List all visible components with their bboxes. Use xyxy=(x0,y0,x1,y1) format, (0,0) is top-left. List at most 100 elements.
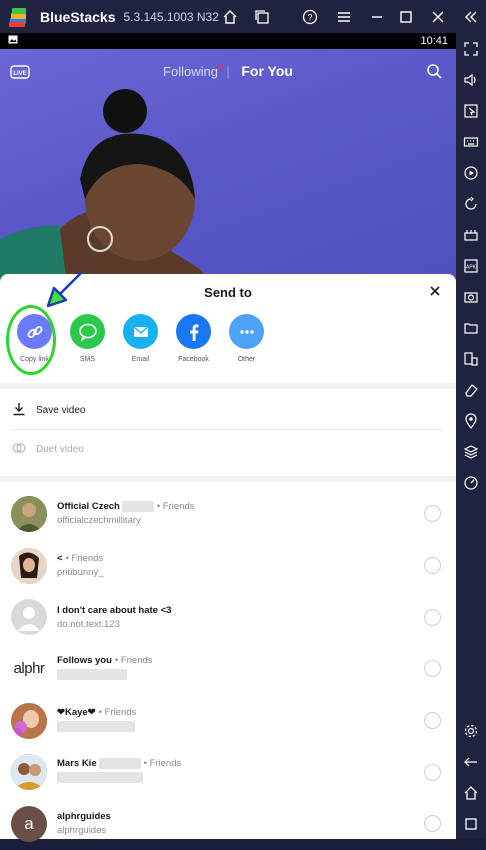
close-window-button[interactable] xyxy=(429,0,447,33)
status-time: 10:41 xyxy=(420,35,448,47)
friend-row[interactable]: I don't care about hate <3 do.not.text.1… xyxy=(0,591,456,643)
friend-name: < xyxy=(57,553,63,565)
share-label: SMS xyxy=(79,356,96,363)
friend-name: Mars Kie xyxy=(57,758,97,770)
save-video-action[interactable]: Save video xyxy=(0,391,456,429)
status-bar: 10:41 xyxy=(0,33,456,49)
performance-icon[interactable] xyxy=(462,474,480,492)
share-facebook[interactable]: Facebook xyxy=(167,314,220,363)
select-radio[interactable] xyxy=(424,712,441,730)
share-targets: Copy link SMS Email Facebook Other xyxy=(0,314,456,363)
letter-avatar: a xyxy=(11,805,47,842)
eraser-icon[interactable] xyxy=(462,381,480,399)
default-avatar-icon xyxy=(11,599,47,636)
svg-text:?: ? xyxy=(307,12,312,22)
share-other[interactable]: Other xyxy=(220,314,273,363)
avatar-letter: a xyxy=(24,813,34,833)
recent-apps-icon[interactable] xyxy=(462,815,480,833)
multi-instance-button[interactable] xyxy=(253,0,271,33)
fullscreen-icon[interactable] xyxy=(462,40,480,58)
redacted-text xyxy=(121,501,154,513)
friend-tag: • Friends xyxy=(143,758,182,770)
friend-tag: • Friends xyxy=(98,706,137,718)
screenshot-icon[interactable] xyxy=(462,288,480,306)
share-label: Facebook xyxy=(178,356,209,363)
duet-video-action[interactable]: Duet video xyxy=(0,430,456,468)
avatar xyxy=(11,754,47,791)
tab-following[interactable]: Following xyxy=(163,64,218,79)
location-icon[interactable] xyxy=(462,412,480,430)
rotate-icon[interactable] xyxy=(462,195,480,213)
back-arrow-icon[interactable] xyxy=(462,753,480,771)
multi-window-icon xyxy=(253,8,271,26)
friend-row[interactable]: Official Czech • Friends officialczechmil… xyxy=(0,488,456,540)
friend-name: alphrguides xyxy=(57,811,111,823)
collapse-sidebar-button[interactable] xyxy=(462,0,480,33)
duet-icon xyxy=(12,441,26,458)
home-button[interactable] xyxy=(221,0,239,33)
menu-button[interactable] xyxy=(335,0,353,33)
folder-icon[interactable] xyxy=(462,319,480,337)
tab-for-you[interactable]: For You xyxy=(241,63,293,79)
volume-icon[interactable] xyxy=(462,71,480,89)
select-radio[interactable] xyxy=(424,815,441,833)
window-titlebar: BlueStacks 5.3.145.1003 N32 ? xyxy=(0,0,486,33)
share-sms[interactable]: SMS xyxy=(61,314,114,363)
select-radio[interactable] xyxy=(424,660,441,678)
friend-name: Follows you xyxy=(57,654,112,666)
friend-row[interactable]: a alphrguides alphrguides xyxy=(0,798,456,850)
help-icon: ? xyxy=(301,8,319,26)
select-radio[interactable] xyxy=(424,763,441,781)
friend-name: ❤Kaye❤ xyxy=(57,706,96,718)
friend-row[interactable]: alphr Follows you • Friends xyxy=(0,643,456,695)
select-radio[interactable] xyxy=(424,608,441,626)
highlight-ring xyxy=(6,305,56,375)
avatar xyxy=(11,547,47,584)
facebook-icon xyxy=(176,314,211,349)
section-divider xyxy=(0,476,456,482)
sms-icon xyxy=(70,314,105,349)
minimize-button[interactable] xyxy=(368,0,386,33)
friend-row[interactable]: ❤Kaye❤ • Friends xyxy=(0,695,456,747)
friends-list: Official Czech • Friends officialczechmil… xyxy=(0,488,456,850)
bluestacks-sidebar: APK xyxy=(456,33,486,839)
minimize-icon xyxy=(368,8,386,26)
record-icon[interactable] xyxy=(462,164,480,182)
avatar-text: alphr xyxy=(13,660,45,678)
friend-handle: officialczechmillitary xyxy=(57,515,141,527)
email-icon xyxy=(123,314,158,349)
pointer-icon[interactable] xyxy=(462,102,480,120)
bluestacks-logo-icon xyxy=(8,6,30,28)
multi-device-icon[interactable] xyxy=(462,350,480,368)
apk-icon[interactable]: APK xyxy=(462,257,480,275)
select-radio[interactable] xyxy=(424,505,441,523)
double-chevron-left-icon xyxy=(462,8,480,26)
close-icon xyxy=(429,8,447,26)
maximize-button[interactable] xyxy=(397,0,415,33)
svg-text:APK: APK xyxy=(466,265,477,271)
sheet-close-icon[interactable] xyxy=(428,284,442,298)
android-home-icon[interactable] xyxy=(462,784,480,802)
share-label: Other xyxy=(237,356,256,363)
select-radio[interactable] xyxy=(424,557,441,575)
app-version: 5.3.145.1003 N32 xyxy=(123,9,219,24)
keyboard-icon[interactable] xyxy=(462,133,480,151)
app-name: BlueStacks xyxy=(40,8,116,25)
friend-handle: alphrguides xyxy=(57,825,107,837)
share-label: Email xyxy=(131,356,150,363)
settings-icon[interactable] xyxy=(462,722,480,740)
friend-row[interactable]: Mars Kie • Friends xyxy=(0,746,456,798)
layers-icon[interactable] xyxy=(462,443,480,461)
share-email[interactable]: Email xyxy=(114,314,167,363)
friend-name: Official Czech xyxy=(57,501,120,513)
notification-image-icon xyxy=(8,35,18,47)
friend-tag: • Friends xyxy=(65,553,104,565)
feed-nav: Following♥ | For You xyxy=(163,63,293,79)
alphr-logo-avatar: alphr xyxy=(11,650,47,687)
macro-icon[interactable] xyxy=(462,226,480,244)
action-label: Save video xyxy=(36,404,86,416)
help-button[interactable]: ? xyxy=(301,0,319,33)
friend-row[interactable]: < • Friends pritibunny_ xyxy=(0,540,456,592)
search-icon[interactable] xyxy=(426,63,442,84)
maximize-icon xyxy=(397,8,415,26)
